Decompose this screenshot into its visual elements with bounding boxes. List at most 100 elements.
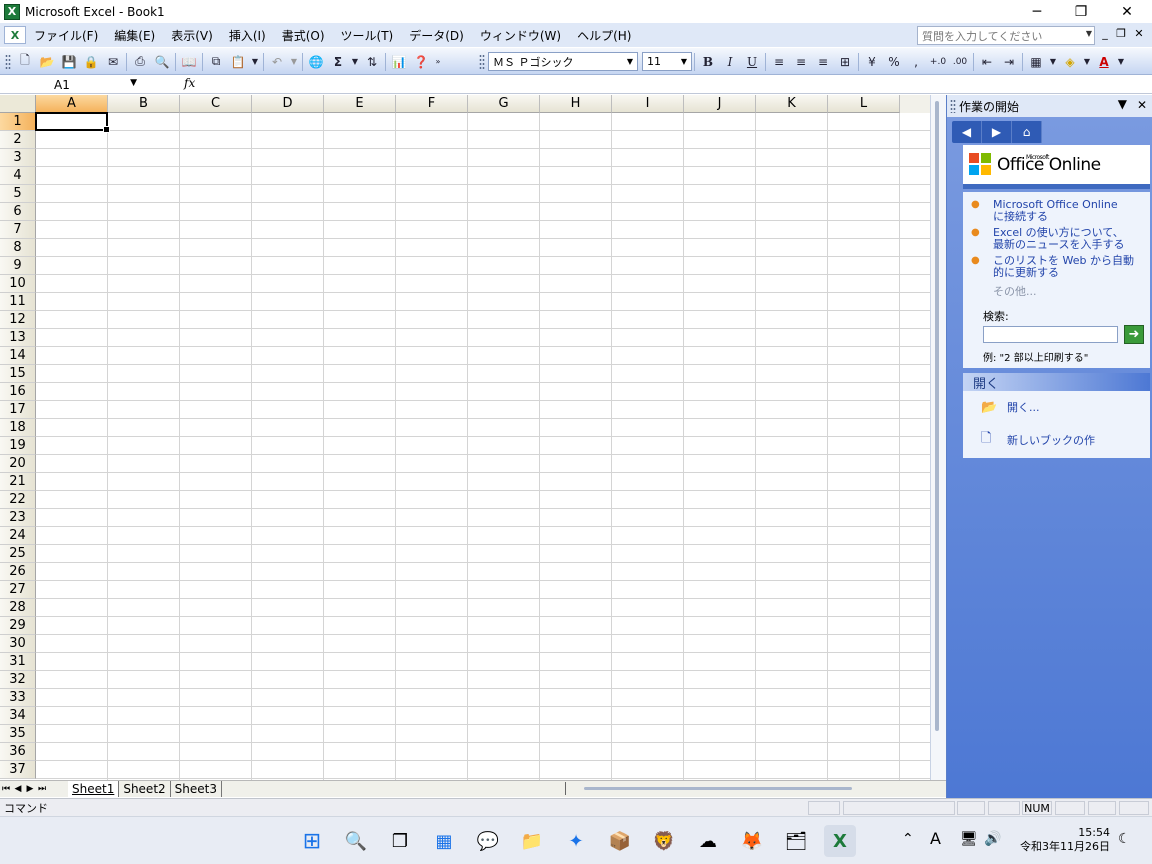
app-icon[interactable]: ☁	[692, 825, 724, 857]
firefox-icon[interactable]: 🦊	[736, 825, 768, 857]
column-header-l[interactable]: L	[828, 95, 900, 113]
select-all-button[interactable]	[0, 95, 36, 113]
chevron-down-icon[interactable]: ▼	[678, 54, 690, 69]
row-header-24[interactable]: 24	[0, 527, 36, 545]
row-header-11[interactable]: 11	[0, 293, 36, 311]
widgets-icon[interactable]: ▦	[428, 825, 460, 857]
chevron-down-icon[interactable]: ▼	[624, 54, 636, 69]
column-header-g[interactable]: G	[468, 95, 540, 113]
toolbar-grip[interactable]	[479, 53, 485, 70]
font-size-select[interactable]: 11 ▼	[642, 52, 692, 71]
home-icon[interactable]: ⌂	[1012, 121, 1042, 143]
column-header-h[interactable]: H	[540, 95, 612, 113]
prev-sheet-icon[interactable]: ◀	[12, 784, 24, 794]
row-header-1[interactable]: 1	[0, 113, 36, 131]
volume-icon[interactable]: 🔊	[984, 831, 1001, 847]
last-sheet-icon[interactable]: ⏭	[36, 784, 48, 794]
toolbar-grip[interactable]	[5, 53, 11, 70]
bold-icon[interactable]: B	[697, 51, 719, 73]
row-header-20[interactable]: 20	[0, 455, 36, 473]
row-header-34[interactable]: 34	[0, 707, 36, 725]
new-workbook-link[interactable]: 🗋 新しいブックの作	[981, 429, 1095, 451]
go-arrow-icon[interactable]: ➜	[1124, 325, 1144, 344]
forward-icon[interactable]: ▶	[982, 121, 1012, 143]
doc-minimize-icon[interactable]: _	[1098, 27, 1112, 40]
chart-wizard-icon[interactable]: 📊	[388, 51, 410, 73]
row-header-9[interactable]: 9	[0, 257, 36, 275]
row-header-32[interactable]: 32	[0, 671, 36, 689]
align-center-icon[interactable]: ≡	[790, 51, 812, 73]
restore-button[interactable]: ❐	[1058, 0, 1104, 23]
row-header-4[interactable]: 4	[0, 167, 36, 185]
doc-close-icon[interactable]: ✕	[1132, 27, 1146, 40]
align-right-icon[interactable]: ≡	[812, 51, 834, 73]
row-header-15[interactable]: 15	[0, 365, 36, 383]
close-button[interactable]: ✕	[1104, 0, 1150, 23]
chat-icon[interactable]: 💬	[472, 825, 504, 857]
row-header-31[interactable]: 31	[0, 653, 36, 671]
row-header-22[interactable]: 22	[0, 491, 36, 509]
pane-grip[interactable]	[950, 99, 956, 113]
autosum-icon[interactable]: Σ	[327, 51, 349, 73]
folder-search-icon[interactable]: 🗂	[780, 825, 812, 857]
sheet-tab-2[interactable]: Sheet2	[119, 781, 171, 797]
italic-icon[interactable]: I	[719, 51, 741, 73]
toolbar-options-icon[interactable]: »	[432, 51, 444, 73]
save-icon[interactable]: 💾	[58, 51, 80, 73]
research-icon[interactable]: 📖	[178, 51, 200, 73]
row-header-8[interactable]: 8	[0, 239, 36, 257]
increase-decimal-icon[interactable]: +.0	[927, 51, 949, 73]
currency-icon[interactable]: ¥	[861, 51, 883, 73]
row-header-35[interactable]: 35	[0, 725, 36, 743]
row-header-28[interactable]: 28	[0, 599, 36, 617]
first-sheet-icon[interactable]: ⏮	[0, 784, 12, 794]
row-header-23[interactable]: 23	[0, 509, 36, 527]
decrease-decimal-icon[interactable]: .00	[949, 51, 971, 73]
hyperlink-icon[interactable]: 🌐	[305, 51, 327, 73]
network-icon[interactable]: 🖥	[960, 831, 978, 847]
scroll-thumb[interactable]	[935, 101, 939, 731]
column-header-j[interactable]: J	[684, 95, 756, 113]
row-header-25[interactable]: 25	[0, 545, 36, 563]
row-header-33[interactable]: 33	[0, 689, 36, 707]
menu-file[interactable]: ファイル(F)	[26, 25, 106, 45]
menu-format[interactable]: 書式(O)	[274, 25, 333, 45]
row-header-3[interactable]: 3	[0, 149, 36, 167]
paste-icon[interactable]: 📋	[227, 51, 249, 73]
fill-color-icon[interactable]: ◈	[1059, 51, 1081, 73]
row-header-7[interactable]: 7	[0, 221, 36, 239]
font-color-icon[interactable]: A	[1093, 51, 1115, 73]
copy-icon[interactable]: ⧉	[205, 51, 227, 73]
borders-icon[interactable]: ▦	[1025, 51, 1047, 73]
column-header-b[interactable]: B	[108, 95, 180, 113]
formula-input[interactable]	[200, 76, 928, 93]
column-header-f[interactable]: F	[396, 95, 468, 113]
font-name-select[interactable]: ＭＳ Ｐゴシック ▼	[488, 52, 638, 71]
percent-icon[interactable]: %	[883, 51, 905, 73]
decrease-indent-icon[interactable]: ⇤	[976, 51, 998, 73]
app-icon[interactable]: 📦	[604, 825, 636, 857]
next-sheet-icon[interactable]: ▶	[24, 784, 36, 794]
menu-window[interactable]: ウィンドウ(W)	[472, 25, 569, 45]
chevron-up-icon[interactable]: ⌃	[902, 831, 914, 847]
chevron-down-icon[interactable]: ▼	[288, 51, 300, 73]
menu-insert[interactable]: 挿入(I)	[221, 25, 274, 45]
row-header-17[interactable]: 17	[0, 401, 36, 419]
help-icon[interactable]: ❓	[410, 51, 432, 73]
excel-taskbar-icon[interactable]: X	[824, 825, 856, 857]
row-header-27[interactable]: 27	[0, 581, 36, 599]
doc-restore-icon[interactable]: ❐	[1114, 27, 1128, 40]
print-icon[interactable]: ⎙	[129, 51, 151, 73]
menu-edit[interactable]: 編集(E)	[106, 25, 163, 45]
chevron-down-icon[interactable]: ▼	[349, 51, 361, 73]
sheet-tab-1[interactable]: Sheet1	[68, 781, 120, 797]
row-header-29[interactable]: 29	[0, 617, 36, 635]
comma-style-icon[interactable]: ,	[905, 51, 927, 73]
row-header-19[interactable]: 19	[0, 437, 36, 455]
chevron-down-icon[interactable]: ▼	[249, 51, 261, 73]
insert-function-icon[interactable]: fx	[184, 76, 195, 90]
row-header-2[interactable]: 2	[0, 131, 36, 149]
undo-icon[interactable]: ↶	[266, 51, 288, 73]
row-header-26[interactable]: 26	[0, 563, 36, 581]
sheet-tab-3[interactable]: Sheet3	[171, 781, 222, 797]
